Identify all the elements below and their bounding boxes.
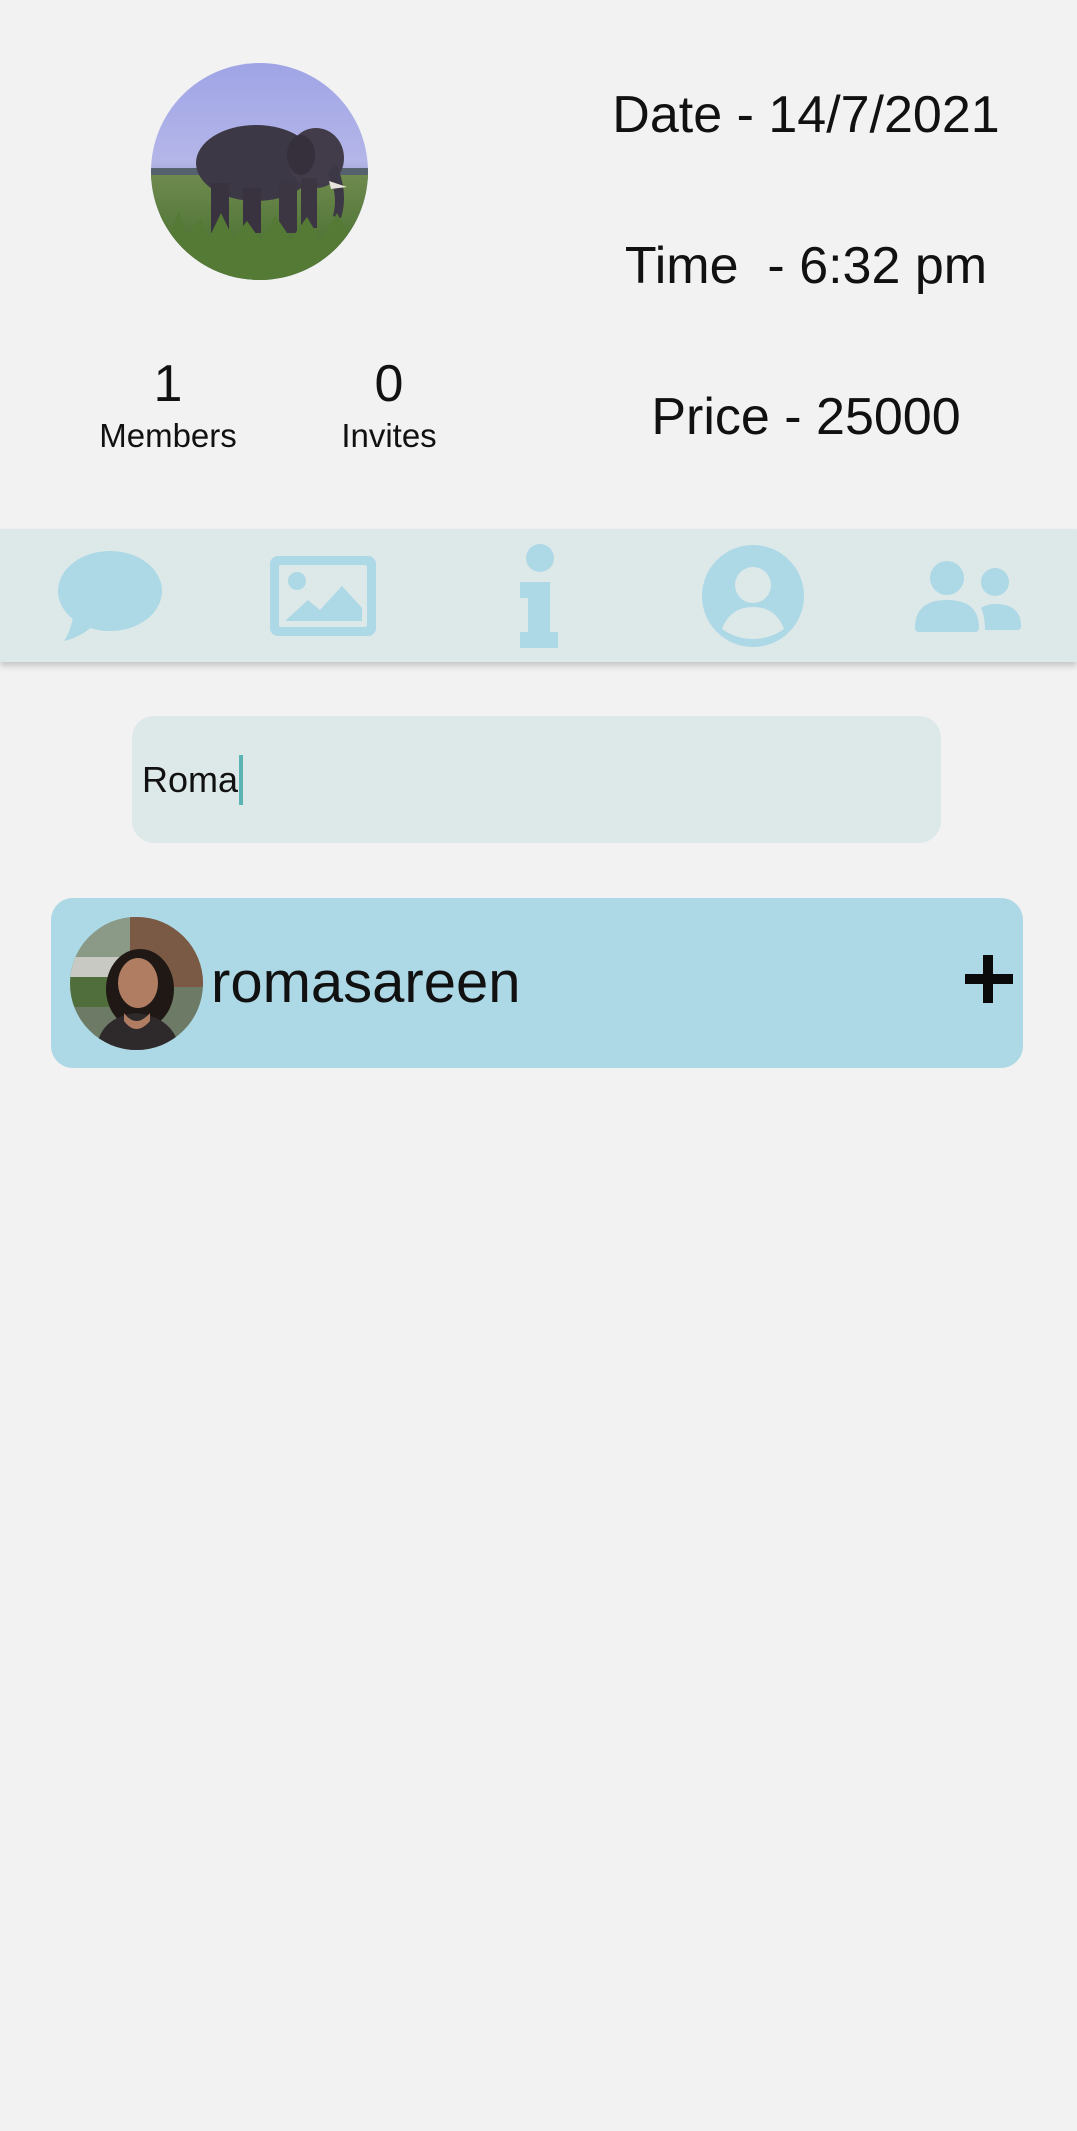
invites-stat[interactable]: 0 Invites [299,354,479,456]
event-price: Price - 25000 [651,388,961,446]
event-time: Time - 6:32 pm [624,237,988,295]
search-input-value: Roma [142,758,239,800]
tab-info[interactable] [430,529,645,662]
result-username: romasareen [211,950,521,1015]
user-circle-icon [701,544,804,647]
tab-images[interactable] [215,529,430,662]
event-date: Date - 14/7/2021 [612,86,1000,144]
group-avatar[interactable] [151,63,368,280]
tab-members[interactable] [860,529,1075,662]
add-member-button[interactable] [959,949,1019,1009]
text-caret [239,754,244,805]
info-icon [519,543,558,648]
image-icon [269,555,376,636]
avatar [70,917,203,1050]
search-input[interactable]: Roma [132,716,941,843]
user-photo [70,917,203,1050]
elephant-photo [151,63,368,280]
members-count: 1 [153,355,183,413]
plus-icon [965,955,1013,1003]
tab-chat[interactable] [0,529,215,662]
list-item[interactable]: romasareen [51,898,1023,1068]
invites-count: 0 [374,355,404,413]
tab-bar [0,529,1077,662]
users-icon [914,560,1021,632]
tab-profile[interactable] [645,529,860,662]
invites-label: Invites [341,417,437,454]
members-stat[interactable]: 1 Members [78,354,258,456]
chat-bubble-icon [57,550,162,641]
members-label: Members [99,417,237,454]
